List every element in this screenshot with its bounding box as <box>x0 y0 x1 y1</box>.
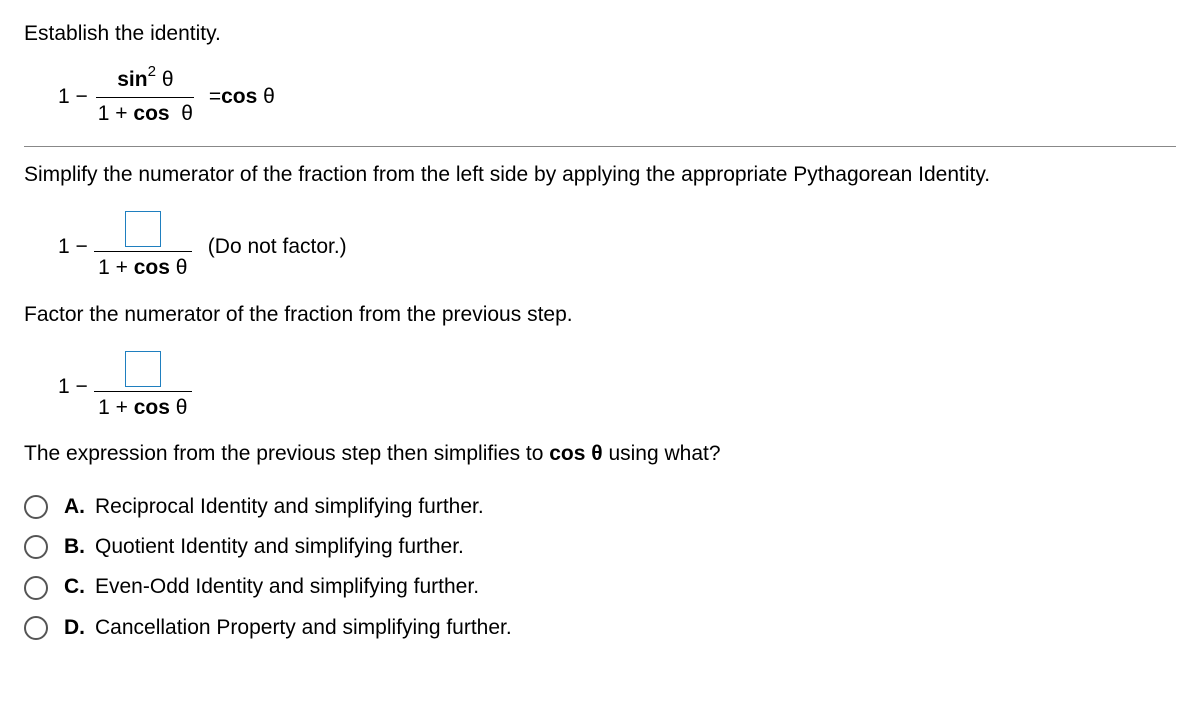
step1-hint: (Do not factor.) <box>208 233 347 261</box>
eq-left-prefix: 1 − <box>58 83 88 111</box>
eq-den-cos: cos <box>133 102 175 125</box>
step1-fraction: 1 + cos θ <box>94 211 192 282</box>
step2-expression: 1 − 1 + cos θ <box>58 351 1176 422</box>
step2-den-theta: θ <box>176 396 188 419</box>
step1-text: Simplify the numerator of the fraction f… <box>24 161 1176 189</box>
option-d-text: Cancellation Property and simplifying fu… <box>95 614 512 642</box>
option-c-text: Even-Odd Identity and simplifying furthe… <box>95 573 479 601</box>
question-text-b: using what? <box>603 442 721 465</box>
step1-den-cos: cos <box>134 256 170 279</box>
step2-input[interactable] <box>125 351 161 387</box>
option-d[interactable]: D. Cancellation Property and simplifying… <box>24 614 1176 642</box>
option-b[interactable]: B. Quotient Identity and simplifying fur… <box>24 533 1176 561</box>
step1-input[interactable] <box>125 211 161 247</box>
radio-b[interactable] <box>24 535 48 559</box>
eq-den-one: 1 + <box>98 102 134 125</box>
option-b-letter: B. <box>64 533 85 561</box>
step2-den-cos: cos <box>134 396 170 419</box>
step1-expression: 1 − 1 + cos θ (Do not factor.) <box>58 211 1176 282</box>
step1-den-one: 1 + <box>98 256 134 279</box>
option-d-letter: D. <box>64 614 85 642</box>
eq-num-theta: θ <box>162 68 174 91</box>
radio-d[interactable] <box>24 616 48 640</box>
radio-c[interactable] <box>24 576 48 600</box>
prompt-text: Establish the identity. <box>24 20 1176 48</box>
option-a-text: Reciprocal Identity and simplifying furt… <box>95 493 484 521</box>
eq-rhs-cos: cos <box>221 83 257 111</box>
option-b-text: Quotient Identity and simplifying furthe… <box>95 533 464 561</box>
divider <box>24 146 1176 147</box>
step2-fraction: 1 + cos θ <box>94 351 192 422</box>
option-a[interactable]: A. Reciprocal Identity and simplifying f… <box>24 493 1176 521</box>
eq-den-theta: θ <box>181 102 193 125</box>
eq-fraction: sin2 θ 1 + cos θ <box>94 66 197 128</box>
option-c-letter: C. <box>64 573 85 601</box>
step1-prefix: 1 − <box>58 233 88 261</box>
identity-equation: 1 − sin2 θ 1 + cos θ = cos θ <box>58 66 1176 128</box>
options-group: A. Reciprocal Identity and simplifying f… <box>24 493 1176 642</box>
eq-num-sin: sin <box>117 68 147 91</box>
step2-prefix: 1 − <box>58 373 88 401</box>
eq-num-exp: 2 <box>148 63 156 80</box>
step2-text: Factor the numerator of the fraction fro… <box>24 301 1176 329</box>
eq-equals-prefix: = <box>209 83 221 111</box>
option-a-letter: A. <box>64 493 85 521</box>
radio-a[interactable] <box>24 495 48 519</box>
question-text: The expression from the previous step th… <box>24 440 1176 468</box>
question-text-bold: cos θ <box>549 442 602 465</box>
step1-den-theta: θ <box>176 256 188 279</box>
eq-rhs-theta: θ <box>263 83 275 111</box>
question-text-a: The expression from the previous step th… <box>24 442 549 465</box>
option-c[interactable]: C. Even-Odd Identity and simplifying fur… <box>24 573 1176 601</box>
step2-den-one: 1 + <box>98 396 134 419</box>
